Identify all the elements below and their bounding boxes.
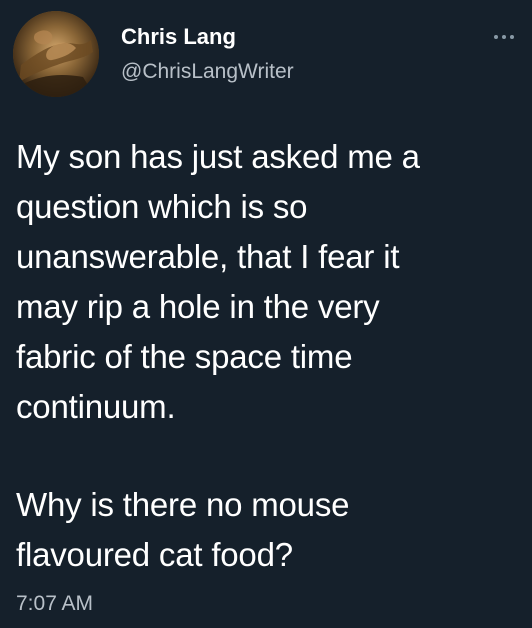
- tweet-text: My son has just asked me a question whic…: [16, 132, 521, 580]
- tweet-card: Chris Lang @ChrisLangWriter My son has j…: [0, 0, 532, 628]
- author-handle[interactable]: @ChrisLangWriter: [121, 58, 294, 86]
- tweet-paragraph-2: Why is there no mouse flavoured cat food…: [16, 486, 350, 573]
- tweet-paragraph-1: My son has just asked me a question whic…: [16, 138, 420, 425]
- author-name[interactable]: Chris Lang: [121, 23, 236, 51]
- avatar-image: [13, 11, 99, 97]
- avatar[interactable]: [13, 11, 99, 97]
- tweet-timestamp[interactable]: 7:07 AM: [16, 590, 93, 618]
- more-options-icon[interactable]: [489, 27, 519, 47]
